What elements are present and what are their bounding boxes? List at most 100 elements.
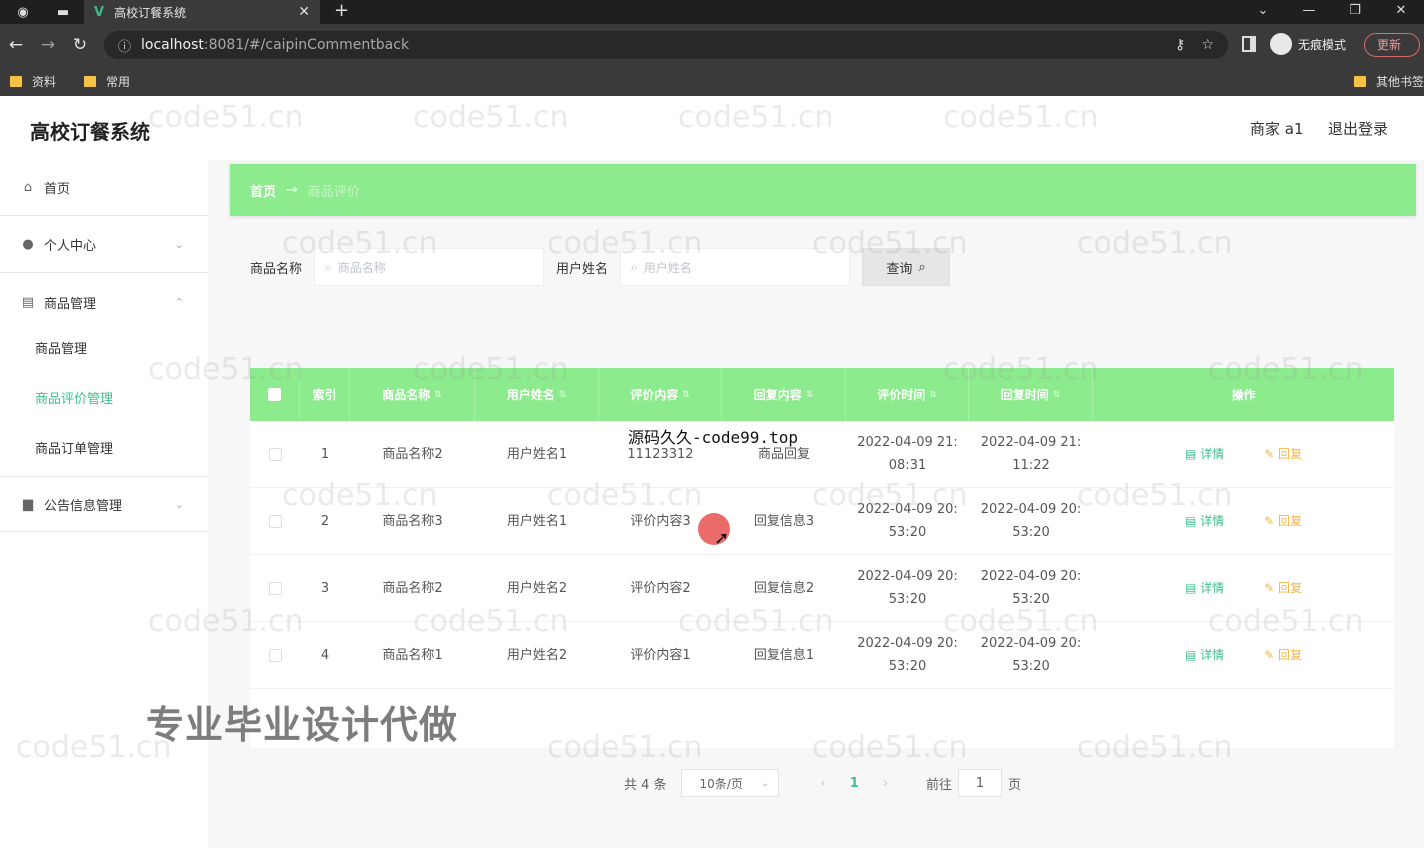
breadcrumb: 首页 → 商品评价 bbox=[230, 164, 1416, 216]
address-bar[interactable]: ⓘ localhost :8081/#/caipinCommentback ⚷ … bbox=[104, 31, 1228, 59]
user-name-input[interactable]: ⌕ 用户姓名 bbox=[620, 248, 851, 286]
row-checkbox[interactable] bbox=[268, 447, 282, 461]
detail-button[interactable]: ▤ 详情 bbox=[1185, 510, 1224, 533]
chevron-down-icon: ⌄ bbox=[761, 777, 770, 789]
goods-name-placeholder: 商品名称 bbox=[337, 260, 386, 275]
chevron-up-icon: ⌃ bbox=[174, 295, 184, 309]
mouse-cursor-icon: ➚ bbox=[714, 528, 730, 549]
folder-icon bbox=[1353, 75, 1366, 87]
cell-reply: 回复信息2 bbox=[753, 580, 815, 596]
vue-logo-icon: V bbox=[94, 4, 105, 20]
user-icon: ● bbox=[22, 237, 34, 252]
col-reply-time[interactable]: 回复时间 ⇅ bbox=[969, 368, 1093, 421]
col-review-time[interactable]: 评价时间 ⇅ bbox=[846, 368, 969, 421]
sidebar-item-goods[interactable]: ▤ 商品管理 ⌃ bbox=[0, 274, 208, 330]
detail-button[interactable]: ▤ 详情 bbox=[1185, 644, 1224, 667]
prev-page-icon[interactable]: ‹ bbox=[821, 776, 826, 791]
minimize-icon[interactable]: — bbox=[1286, 0, 1332, 24]
reply-button[interactable]: ✎ 回复 bbox=[1264, 510, 1302, 533]
tab-title: 高校订餐系统 bbox=[114, 5, 187, 20]
review-table: 索引 商品名称 ⇅ 用户姓名 ⇅ 评价内容 ⇅ 回复内容 ⇅ 评价时间 ⇅ 回复时间 ⇅ 操… bbox=[250, 368, 1394, 748]
cell-ops: ▤ 详情 ✎ 回复 bbox=[1093, 555, 1394, 621]
url-host: localhost bbox=[141, 37, 204, 53]
cell-content: 评价内容1 bbox=[630, 647, 691, 663]
reply-button[interactable]: ✎ 回复 bbox=[1264, 644, 1302, 667]
table-row: 3 商品名称2 用户姓名2 评价内容2 回复信息2 2022-04-09 20:… bbox=[250, 555, 1394, 622]
key-icon[interactable]: ⚷ bbox=[1175, 37, 1185, 53]
browser-globe-icon[interactable]: ◉ bbox=[12, 1, 34, 23]
select-all-checkbox[interactable] bbox=[268, 388, 281, 401]
maximize-icon[interactable]: ❐ bbox=[1332, 0, 1378, 24]
new-tab-icon[interactable]: + bbox=[334, 0, 349, 24]
sidebar-subitem-order[interactable]: 商品订单管理 bbox=[35, 438, 113, 457]
breadcrumb-home[interactable]: 首页 bbox=[250, 181, 276, 200]
page-size-select[interactable]: 10条/页 ⌄ bbox=[680, 769, 779, 797]
bookmark-label: 常用 bbox=[106, 74, 131, 89]
user-name-label: 用户姓名 bbox=[556, 261, 609, 277]
sidebar-item-home[interactable]: ⌂ 首页 bbox=[0, 160, 208, 216]
goods-name-input[interactable]: ⌕ 商品名称 bbox=[314, 248, 545, 286]
site-overlay-text: 源码久久-code99.top bbox=[628, 428, 798, 447]
logout-link[interactable]: 退出登录 bbox=[1328, 118, 1388, 139]
incognito-indicator[interactable]: 无痕模式 bbox=[1270, 33, 1346, 55]
row-checkbox[interactable] bbox=[268, 648, 282, 662]
cell-review-time: 2022-04-09 21: 08:31 bbox=[857, 435, 958, 473]
cell-review-time: 2022-04-09 20: 53:20 bbox=[857, 569, 958, 607]
other-bookmarks[interactable]: 其他书签 bbox=[1353, 73, 1424, 90]
row-checkbox[interactable] bbox=[268, 514, 282, 528]
side-panel-icon[interactable] bbox=[1242, 36, 1256, 52]
cell-ops: ▤ 详情 ✎ 回复 bbox=[1093, 488, 1394, 554]
col-reply[interactable]: 回复内容 ⇅ bbox=[722, 368, 846, 421]
sidebar-item-notice[interactable]: ▆ 公告信息管理 ⌄ bbox=[0, 476, 208, 532]
sort-icon: ⇅ bbox=[805, 389, 814, 400]
col-goods[interactable]: 商品名称 ⇅ bbox=[350, 368, 475, 421]
sidebar-item-label: 商品管理 bbox=[44, 296, 97, 312]
detail-button[interactable]: ▤ 详情 bbox=[1185, 577, 1224, 600]
cell-reply: 回复信息1 bbox=[753, 647, 815, 663]
cell-reply-time: 2022-04-09 20: 53:20 bbox=[980, 636, 1082, 674]
bookmark-folder[interactable]: 资料 bbox=[10, 73, 56, 90]
update-button[interactable]: 更新 bbox=[1364, 33, 1420, 57]
col-content[interactable]: 评价内容 ⇅ bbox=[599, 368, 722, 421]
goto-page-input[interactable]: 1 bbox=[958, 769, 1003, 797]
sidebar-subitem-goods[interactable]: 商品管理 bbox=[35, 338, 87, 357]
page-number[interactable]: 1 bbox=[850, 776, 859, 791]
window-close-icon[interactable]: ✕ bbox=[1378, 0, 1424, 24]
tab-close-icon[interactable]: ✕ bbox=[298, 4, 310, 20]
browser-tab[interactable]: V 高校订餐系统 ✕ bbox=[84, 0, 320, 24]
pager-total: 共 4 条 bbox=[624, 777, 667, 793]
cell-user: 用户姓名1 bbox=[506, 446, 568, 462]
back-icon[interactable]: ← bbox=[0, 35, 32, 55]
star-icon[interactable]: ☆ bbox=[1201, 37, 1214, 53]
reply-button[interactable]: ✎ 回复 bbox=[1264, 443, 1302, 466]
tab-list-icon[interactable]: ▬ bbox=[52, 1, 74, 23]
bookmark-folder[interactable]: 常用 bbox=[84, 73, 130, 90]
site-info-icon[interactable]: ⓘ bbox=[118, 36, 131, 55]
sidebar-subitem-review[interactable]: 商品评价管理 bbox=[35, 388, 113, 407]
tab-search-icon[interactable]: ⌄ bbox=[1240, 0, 1286, 24]
cell-goods: 商品名称2 bbox=[382, 580, 443, 596]
sidebar-item-label: 个人中心 bbox=[44, 239, 97, 254]
goto-label: 前往 bbox=[926, 777, 953, 793]
cell-ops: ▤ 详情 ✎ 回复 bbox=[1093, 622, 1394, 688]
query-button[interactable]: 查询 ⌕ bbox=[862, 248, 951, 286]
cell-reply: 回复信息3 bbox=[753, 513, 815, 529]
reply-button[interactable]: ✎ 回复 bbox=[1264, 577, 1302, 600]
detail-button[interactable]: ▤ 详情 bbox=[1185, 443, 1224, 466]
cell-reply-time: 2022-04-09 20: 53:20 bbox=[980, 502, 1082, 540]
col-user[interactable]: 用户姓名 ⇅ bbox=[475, 368, 599, 421]
breadcrumb-current: 商品评价 bbox=[307, 184, 360, 200]
cell-index: 3 bbox=[320, 580, 330, 596]
row-checkbox[interactable] bbox=[268, 581, 282, 595]
next-page-icon[interactable]: › bbox=[883, 776, 888, 791]
reload-icon[interactable]: ↻ bbox=[64, 35, 96, 55]
query-label: 查询 bbox=[886, 261, 913, 277]
sort-icon: ⇅ bbox=[682, 389, 690, 400]
col-ops: 操作 bbox=[1231, 388, 1256, 402]
app-title: 高校订餐系统 bbox=[30, 120, 150, 144]
bookmark-label: 资料 bbox=[32, 74, 57, 89]
sidebar-item-personal[interactable]: ● 个人中心 ⌄ bbox=[0, 217, 208, 273]
table-row: 4 商品名称1 用户姓名2 评价内容1 回复信息1 2022-04-09 20:… bbox=[250, 622, 1394, 689]
table-row: 1 商品名称2 用户姓名1 11123312 商品回复 2022-04-09 2… bbox=[250, 421, 1394, 488]
forward-icon[interactable]: → bbox=[32, 35, 64, 55]
